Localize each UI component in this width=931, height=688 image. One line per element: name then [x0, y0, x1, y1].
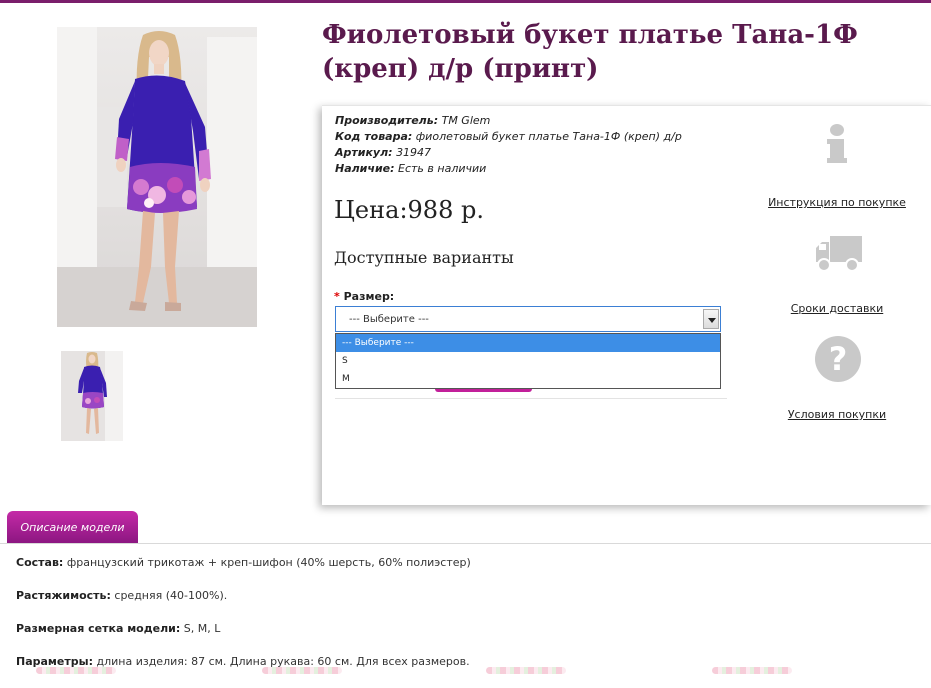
- instructions-link[interactable]: Инструкция по покупке: [757, 196, 917, 209]
- tab-description[interactable]: Описание модели: [7, 511, 138, 544]
- meta-manufacturer: Производитель: ТМ Glem: [335, 114, 491, 127]
- size-dropdown-list[interactable]: --- Выберите --- S M: [335, 333, 721, 389]
- divider: [335, 398, 727, 399]
- meta-product-code: Код товара: фиолетовый букет платье Тана…: [335, 130, 682, 143]
- variants-heading: Доступные варианты: [334, 248, 514, 267]
- truck-icon: [814, 234, 864, 274]
- tab-divider: [0, 543, 931, 544]
- conditions-block: Условия покупки: [757, 408, 917, 421]
- product-meta: Производитель: ТМ Glem Код товара: фиоле…: [335, 113, 682, 177]
- delivery-link[interactable]: Сроки доставки: [757, 302, 917, 315]
- meta-availability: Наличие: Есть в наличии: [335, 162, 487, 175]
- product-thumbnail[interactable]: [61, 351, 123, 441]
- conditions-link[interactable]: Условия покупки: [757, 408, 917, 421]
- chevron-down-icon[interactable]: [703, 309, 719, 329]
- size-label: * Размер:: [334, 290, 394, 303]
- product-price: Цена:988 р.: [334, 196, 484, 224]
- size-option-m[interactable]: M: [336, 370, 720, 388]
- meta-article: Артикул: 31947: [335, 146, 432, 159]
- product-title: Фиолетовый букет платье Тана-1Ф (креп) д…: [322, 20, 858, 84]
- desc-stretch: Растяжимость: средняя (40-100%).: [16, 589, 228, 602]
- size-option-placeholder[interactable]: --- Выберите ---: [336, 334, 720, 352]
- top-accent-bar: [0, 0, 931, 3]
- size-label-text: Размер:: [343, 290, 395, 303]
- size-option-s[interactable]: S: [336, 352, 720, 370]
- question-mark-icon: ?: [815, 336, 861, 382]
- add-to-cart-button[interactable]: [435, 389, 532, 392]
- desc-size-grid: Размерная сетка модели: S, M, L: [16, 622, 221, 635]
- required-mark: *: [334, 290, 340, 303]
- product-main-image[interactable]: [57, 27, 257, 327]
- delivery-block: Сроки доставки: [757, 302, 917, 315]
- decorative-floral-border: [0, 667, 931, 674]
- info-icon: [827, 124, 847, 166]
- size-select-value: --- Выберите ---: [349, 314, 429, 325]
- instructions-block: Инструкция по покупке: [757, 196, 917, 209]
- size-select[interactable]: --- Выберите ---: [335, 306, 721, 332]
- product-info-panel: Производитель: ТМ Glem Код товара: фиоле…: [322, 105, 931, 505]
- desc-composition: Состав: французский трикотаж + креп-шифо…: [16, 556, 471, 569]
